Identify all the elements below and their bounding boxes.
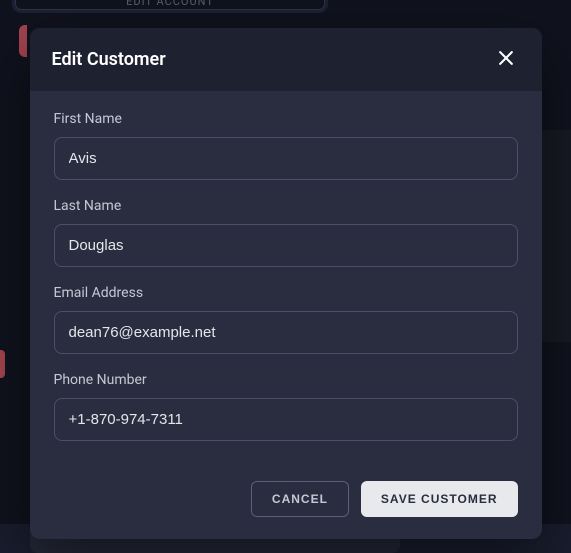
email-label: Email Address: [54, 285, 518, 301]
last-name-input[interactable]: [54, 224, 518, 267]
close-icon: [496, 48, 516, 71]
modal-title: Edit Customer: [52, 49, 166, 70]
last-name-label: Last Name: [54, 198, 518, 214]
close-button[interactable]: [492, 44, 520, 75]
first-name-group: First Name: [54, 111, 518, 180]
first-name-label: First Name: [54, 111, 518, 127]
phone-input[interactable]: [54, 398, 518, 441]
modal-footer: CANCEL SAVE CUSTOMER: [30, 467, 542, 539]
first-name-input[interactable]: [54, 137, 518, 180]
last-name-group: Last Name: [54, 198, 518, 267]
cancel-button[interactable]: CANCEL: [251, 481, 349, 517]
save-customer-button[interactable]: SAVE CUSTOMER: [361, 481, 518, 517]
edit-customer-modal: Edit Customer First Name Last Name: [30, 28, 542, 539]
email-input[interactable]: [54, 311, 518, 354]
phone-group: Phone Number: [54, 372, 518, 441]
phone-label: Phone Number: [54, 372, 518, 388]
email-group: Email Address: [54, 285, 518, 354]
modal-overlay: Edit Customer First Name Last Name: [0, 0, 571, 524]
modal-body: First Name Last Name Email Address Phone…: [30, 91, 542, 467]
modal-header: Edit Customer: [30, 28, 542, 91]
